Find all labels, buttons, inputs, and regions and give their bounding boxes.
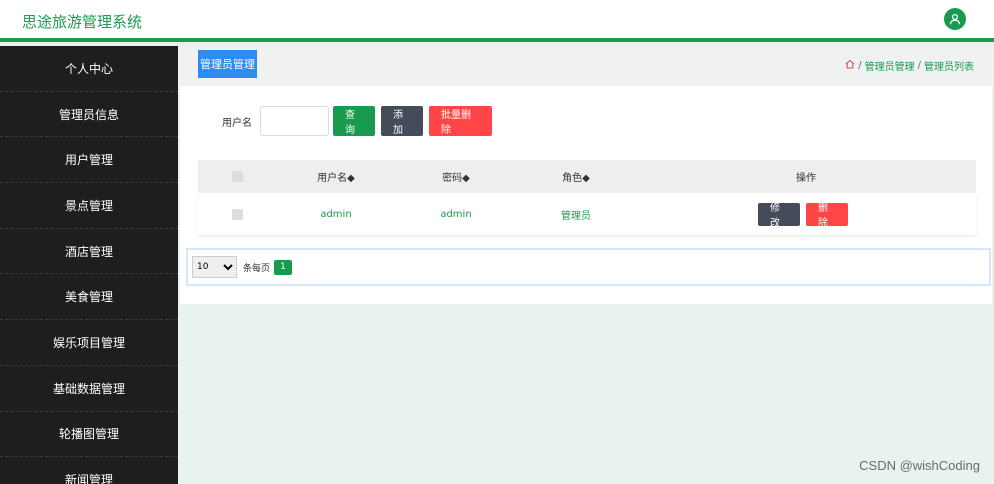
breadcrumb-level1[interactable]: 管理员管理	[865, 58, 915, 73]
search-form: 用户名 查询 添加 批量删除	[222, 106, 498, 136]
query-button[interactable]: 查询	[333, 106, 375, 136]
tab-admin-management[interactable]: 管理员管理	[198, 50, 257, 78]
sidebar-item-admin-info[interactable]: 管理员信息	[0, 92, 178, 138]
table-row: admin admin 管理员 修改 删除	[198, 193, 976, 235]
header-bar: 管理员管理 / 管理员管理 / 管理员列表	[178, 46, 994, 86]
page-number-button[interactable]: 1	[274, 259, 293, 275]
column-header-password[interactable]: 密码◆	[396, 169, 516, 184]
table-header: 用户名◆ 密码◆ 角色◆ 操作	[198, 160, 976, 193]
sidebar-item-entertainment[interactable]: 娱乐项目管理	[0, 320, 178, 366]
per-page-label: 条每页	[243, 263, 271, 274]
sidebar-item-personal-center[interactable]: 个人中心	[0, 46, 178, 92]
select-all-checkbox[interactable]	[231, 171, 243, 182]
breadcrumb: / 管理员管理 / 管理员列表	[845, 58, 974, 73]
admin-table: 用户名◆ 密码◆ 角色◆ 操作 admin admin 管理员 修改 删除	[198, 160, 976, 235]
sidebar: 个人中心 管理员信息 用户管理 景点管理 酒店管理 美食管理 娱乐项目管理 基础…	[0, 46, 178, 484]
watermark: CSDN @wishCoding	[859, 458, 980, 473]
main-content: 管理员管理 / 管理员管理 / 管理员列表 用户名 查询 添加 批量删除 用户名…	[178, 46, 994, 484]
top-bar: 思途旅游管理系统	[0, 0, 994, 42]
breadcrumb-separator: /	[858, 60, 862, 71]
batch-delete-button[interactable]: 批量删除	[429, 106, 492, 136]
sidebar-item-scenic-spots[interactable]: 景点管理	[0, 183, 178, 229]
cell-username: admin	[320, 208, 352, 220]
pagination: 10 条每页 1	[186, 248, 991, 286]
add-button[interactable]: 添加	[381, 106, 423, 136]
sidebar-item-users[interactable]: 用户管理	[0, 137, 178, 184]
sidebar-item-base-data[interactable]: 基础数据管理	[0, 366, 178, 412]
edit-button[interactable]: 修改	[758, 202, 800, 229]
sidebar-item-news[interactable]: 新闻管理	[0, 457, 178, 484]
sidebar-item-carousel[interactable]: 轮播图管理	[0, 412, 178, 458]
column-header-actions: 操作	[796, 173, 816, 184]
app-title: 思途旅游管理系统	[22, 13, 143, 31]
delete-button[interactable]: 删除	[806, 202, 848, 229]
user-avatar-icon[interactable]	[944, 8, 966, 30]
column-header-username[interactable]: 用户名◆	[276, 169, 396, 184]
breadcrumb-separator: /	[917, 60, 921, 71]
page-size-select[interactable]: 10	[192, 256, 237, 278]
cell-role: 管理员	[561, 210, 591, 222]
username-search-input[interactable]	[260, 106, 329, 136]
column-header-role[interactable]: 角色◆	[516, 169, 636, 184]
row-checkbox[interactable]	[231, 208, 243, 220]
home-icon[interactable]	[845, 59, 855, 72]
breadcrumb-level2[interactable]: 管理员列表	[924, 58, 974, 73]
username-label: 用户名	[222, 117, 252, 129]
cell-password: admin	[440, 208, 472, 220]
sidebar-item-food[interactable]: 美食管理	[0, 274, 178, 321]
sidebar-item-hotels[interactable]: 酒店管理	[0, 229, 178, 275]
cell-actions: 修改 删除	[636, 202, 976, 229]
